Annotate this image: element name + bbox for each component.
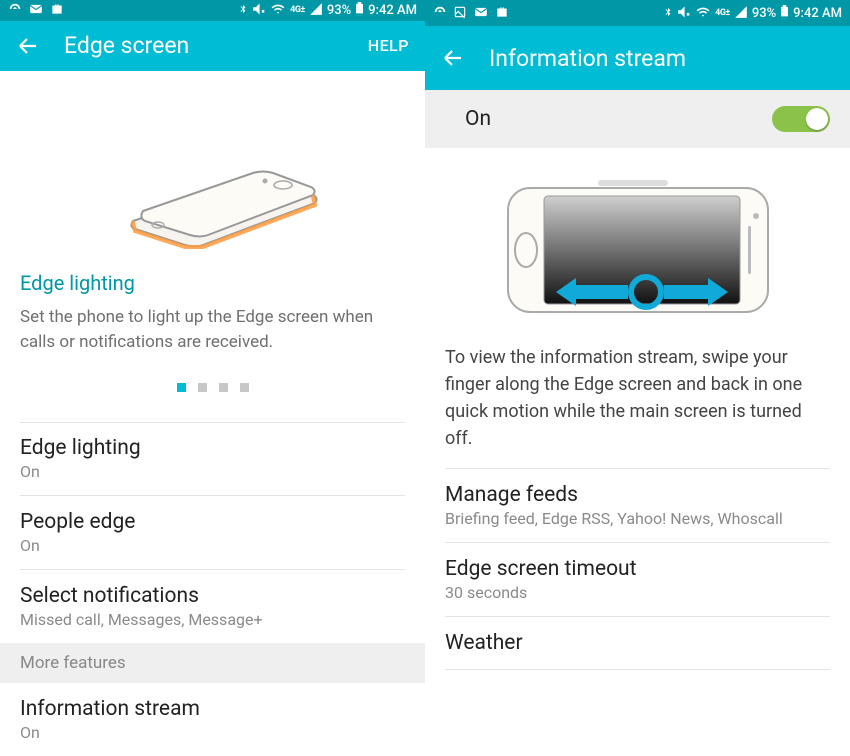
toggle-label: On [465,107,491,131]
mail-icon [28,2,44,19]
signal-icon [734,5,748,22]
app-bar-right: Information stream [425,26,850,90]
item-sub: On [20,462,405,481]
page-title: Information stream [489,45,834,72]
briefcase-icon [495,5,509,22]
page-title: Edge screen [64,32,344,59]
setting-information-stream[interactable]: Information stream On [0,683,425,756]
hero-illustration [20,91,405,271]
lte-icon: 4G± [290,6,305,15]
item-title: Manage feeds [445,483,830,507]
pager-dot[interactable] [177,383,186,392]
setting-people-edge[interactable]: People edge On [0,496,425,569]
hero-illustration [445,160,830,344]
setting-edge-lighting[interactable]: Edge lighting On [0,422,425,495]
connection-icon [433,5,447,22]
setting-weather[interactable]: Weather [425,617,850,669]
pager-dot[interactable] [219,383,228,392]
item-title: Information stream [20,697,405,721]
setting-select-notifications[interactable]: Select notifications Missed call, Messag… [0,570,425,643]
signal-icon [309,2,323,19]
briefcase-icon [50,2,64,19]
status-icons-right: 4G± 93% 9:42 AM [663,5,842,22]
screen-infostream: 4G± 93% 9:42 AM Information stream On ON [425,0,850,756]
status-icons-right: 4G± 93% 9:42 AM [238,2,417,19]
screenshot-icon [453,5,467,22]
item-title: Edge screen timeout [445,557,830,581]
battery-icon [355,2,364,19]
setting-manage-feeds[interactable]: Manage feeds Briefing feed, Edge RSS, Ya… [425,469,850,542]
app-bar-left: Edge screen HELP [0,21,425,72]
hero-card[interactable]: Edge lighting Set the phone to light up … [0,71,425,421]
switch-text: ON [805,112,822,126]
bluetooth-icon [663,5,673,22]
help-button[interactable]: HELP [368,36,409,55]
item-title: Select notifications [20,584,405,608]
clock-text: 9:42 AM [368,3,417,18]
item-sub: Briefing feed, Edge RSS, Yahoo! News, Wh… [445,509,830,528]
setting-edge-timeout[interactable]: Edge screen timeout 30 seconds [425,543,850,616]
status-bar-left: 4G± 93% 9:42 AM [0,0,425,21]
wifi-icon [695,5,711,22]
item-sub: Missed call, Messages, Message+ [20,610,405,629]
master-toggle-row[interactable]: On ON [425,90,850,148]
screen-edge: 4G± 93% 9:42 AM Edge screen HELP [0,0,425,756]
bluetooth-icon [238,2,248,19]
clock-text: 9:42 AM [793,6,842,21]
pager-dot[interactable] [198,383,207,392]
item-title: People edge [20,510,405,534]
item-title: Edge lighting [20,436,405,460]
item-sub: On [20,536,405,555]
item-title: Weather [445,631,830,655]
section-more-features: More features [0,643,425,683]
mute-icon [677,5,691,22]
divider [445,669,830,670]
hero-card: To view the information stream, swipe yo… [425,148,850,468]
item-sub: On [20,723,405,742]
lte-icon: 4G± [715,9,730,18]
master-switch[interactable]: ON [772,106,830,132]
hero-desc: To view the information stream, swipe yo… [445,344,830,452]
item-sub: 30 seconds [445,583,830,602]
status-bar-right: 4G± 93% 9:42 AM [425,0,850,26]
status-icons-left [433,5,509,22]
mute-icon [252,2,266,19]
hero-title: Edge lighting [20,271,405,295]
pager-dot[interactable] [240,383,249,392]
connection-icon [8,2,22,19]
mail-icon [473,5,489,22]
battery-text: 93% [327,3,351,18]
battery-text: 93% [752,6,776,21]
wifi-icon [270,2,286,19]
status-icons-left [8,2,64,19]
back-icon[interactable] [441,46,465,70]
battery-icon [780,5,789,22]
back-icon[interactable] [16,34,40,58]
pager-dots[interactable] [20,355,405,414]
hero-desc: Set the phone to light up the Edge scree… [20,305,405,354]
